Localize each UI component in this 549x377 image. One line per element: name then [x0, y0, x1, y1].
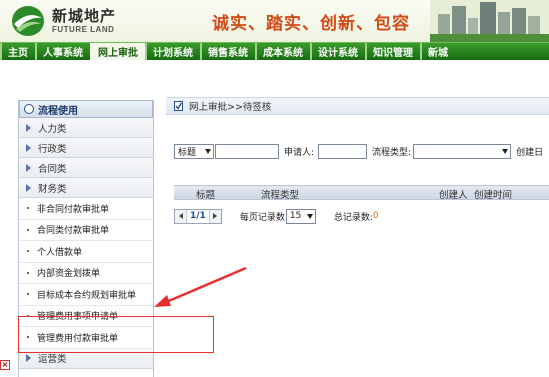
futureland-logo-icon: [12, 6, 44, 36]
triangle-left-icon: [178, 213, 183, 219]
sidebar: 流程使用 人力类 行政类 合同类 财务类 非合同付款审批单 合同类付款审批单 个…: [18, 100, 154, 377]
bullet-dot-icon: [27, 271, 29, 274]
sidebar-category-ops[interactable]: 运营类: [19, 348, 153, 369]
pager-control: 1/1: [174, 208, 222, 224]
category-label: 财务类: [38, 183, 67, 195]
sidebar-category-hr[interactable]: 人力类: [19, 118, 153, 138]
search-field-select[interactable]: 标题: [174, 143, 214, 159]
triangle-right-icon: [26, 123, 31, 132]
applicant-label: 申请人:: [284, 147, 315, 158]
next-page-button[interactable]: [208, 209, 221, 223]
chevron-down-icon: [205, 148, 211, 154]
category-label: 合同类: [38, 163, 67, 175]
applicant-input[interactable]: [318, 143, 368, 159]
logo-chinese-name: 新城地产: [52, 7, 117, 25]
category-label: 行政类: [38, 143, 67, 155]
sidebar-item-internal-transfer[interactable]: 内部资金划拨单: [19, 263, 153, 284]
breadcrumb-bar: 网上审批>>待签核: [166, 97, 549, 115]
triangle-right-icon: [213, 213, 218, 219]
sidebar-item-non-contract-payment[interactable]: 非合同付款审批单: [19, 198, 153, 220]
bullet-dot-icon: [27, 207, 29, 210]
total-records-label: 总记录数:: [333, 212, 373, 223]
sidebar-title[interactable]: 流程使用: [19, 100, 153, 118]
triangle-right-icon: [26, 354, 31, 362]
sidebar-category-finance[interactable]: 财务类: [19, 178, 153, 198]
nav-item-cost-system[interactable]: 成本系统: [255, 43, 310, 60]
column-header-title[interactable]: 标题: [196, 187, 215, 201]
sidebar-item-label: 管理费用付款审批单: [37, 333, 119, 344]
sidebar-item-mgmt-expense-request[interactable]: 管理费用事项申请单: [19, 306, 153, 327]
sidebar-item-label: 非合同付款审批单: [37, 204, 110, 215]
column-header-created-time[interactable]: 创建时间: [474, 187, 512, 201]
nav-item-home[interactable]: 主页: [0, 43, 35, 60]
sidebar-item-personal-loan[interactable]: 个人借款单: [19, 241, 153, 263]
nav-item-hr-system[interactable]: 人事系统: [35, 43, 90, 60]
search-keyword-input[interactable]: [215, 143, 279, 159]
total-records-value: 0: [372, 211, 379, 221]
bullet-dot-icon: [27, 336, 29, 339]
triangle-right-icon: [26, 183, 31, 192]
pager: 1/1 每页记录数 15 总记录数: 0: [174, 208, 549, 224]
bullet-dot-icon: [27, 228, 29, 231]
flow-type-label: 流程类型:: [372, 147, 412, 158]
search-field-value: 标题: [178, 147, 197, 158]
category-label: 运营类: [38, 354, 67, 365]
nav-item-online-approval[interactable]: 网上审批: [90, 43, 145, 60]
per-page-value: 15: [289, 211, 302, 221]
sidebar-item-contract-payment[interactable]: 合同类付款审批单: [19, 220, 153, 241]
bullet-dot-icon: [27, 314, 29, 317]
per-page-select[interactable]: 15: [285, 208, 316, 224]
prev-page-button[interactable]: [175, 209, 187, 223]
company-slogan: 诚实、踏实、创新、包容: [212, 14, 410, 34]
chevron-down-icon: [306, 213, 313, 219]
category-label: 人力类: [38, 123, 67, 135]
grid-header-row: 标题 流程类型 创建人 创建时间: [174, 185, 549, 201]
nav-item-knowledge-mgmt[interactable]: 知识管理: [365, 43, 420, 60]
app-header: 新城地产 FUTURE LAND 诚实、踏实、创新、包容: [0, 0, 549, 42]
created-date-label: 创建日: [516, 147, 544, 158]
sidebar-item-target-cost-plan[interactable]: 目标成本合约规划审批单: [19, 284, 153, 306]
page-indicator: 1/1: [190, 211, 206, 221]
chevron-down-icon: [502, 148, 509, 154]
sidebar-category-admin[interactable]: 行政类: [19, 138, 153, 158]
sidebar-item-label: 内部资金划拨单: [37, 269, 101, 280]
nav-item-xincheng[interactable]: 新城: [420, 43, 455, 60]
nav-item-design-system[interactable]: 设计系统: [310, 43, 365, 60]
sidebar-item-label: 目标成本合约规划审批单: [37, 290, 137, 301]
nav-item-plan-system[interactable]: 计划系统: [145, 43, 200, 60]
checked-document-icon: [174, 101, 183, 111]
circle-icon: [24, 104, 34, 114]
column-header-flow-type[interactable]: 流程类型: [261, 187, 299, 201]
per-page-label: 每页记录数: [239, 212, 285, 223]
flow-type-select[interactable]: [413, 143, 512, 159]
column-header-creator[interactable]: 创建人: [439, 187, 468, 201]
close-icon[interactable]: ×: [0, 360, 10, 370]
main-content: 网上审批>>待签核 标题 申请人: 流程类型: 创建日 标题 流程类型 创建人 …: [166, 97, 549, 377]
sidebar-item-label: 合同类付款审批单: [37, 226, 110, 237]
sidebar-item-label: 管理费用事项申请单: [37, 312, 119, 323]
sidebar-item-mgmt-expense-payment[interactable]: 管理费用付款审批单: [19, 327, 153, 349]
search-form: 标题 申请人: 流程类型: 创建日: [166, 141, 549, 161]
city-skyline-image: [430, 0, 549, 42]
nav-item-sales-system[interactable]: 销售系统: [200, 43, 255, 60]
bullet-dot-icon: [27, 250, 29, 253]
bullet-dot-icon: [27, 293, 29, 296]
sidebar-title-label: 流程使用: [38, 105, 78, 117]
sidebar-category-contract[interactable]: 合同类: [19, 158, 153, 178]
logo-english-name: FUTURE LAND: [52, 25, 115, 34]
triangle-right-icon: [26, 143, 31, 152]
breadcrumb: 网上审批>>待签核: [189, 102, 272, 113]
sidebar-item-label: 个人借款单: [37, 247, 83, 258]
triangle-right-icon: [26, 163, 31, 172]
main-nav-bar: 主页 人事系统 网上审批 计划系统 销售系统 成本系统 设计系统 知识管理 新城: [0, 42, 549, 60]
